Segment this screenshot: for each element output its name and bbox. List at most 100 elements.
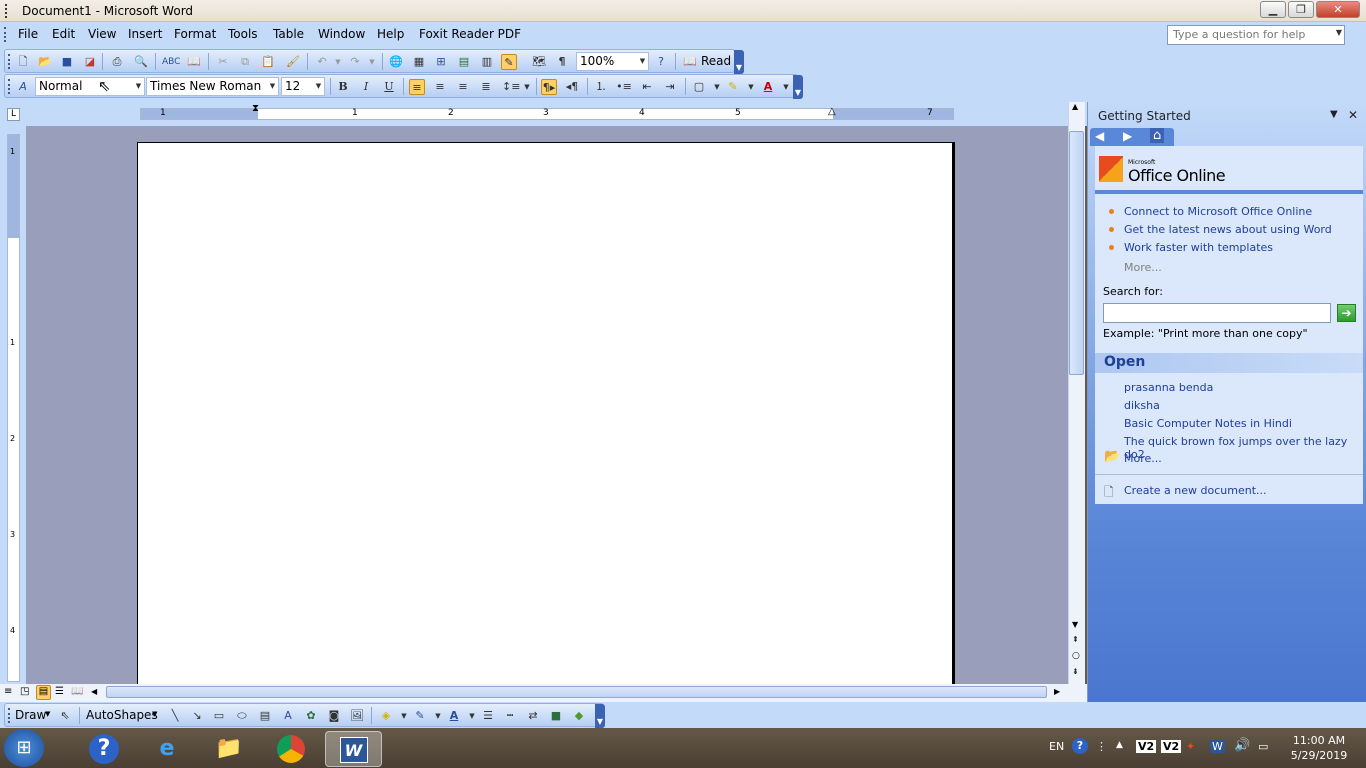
text-box-icon[interactable]: ▤ xyxy=(257,708,273,724)
network-icon[interactable]: ▭ xyxy=(1258,740,1268,753)
menu-window[interactable]: Window xyxy=(318,27,365,41)
toolbar-grip[interactable] xyxy=(8,54,11,69)
tables-borders-icon[interactable]: ▦ xyxy=(411,54,427,70)
chevron-down-icon[interactable]: ▼ xyxy=(330,54,346,70)
research-icon[interactable]: 📖 xyxy=(186,54,202,70)
chevron-down-icon[interactable]: ▼ xyxy=(152,710,157,718)
font-color-icon[interactable]: A xyxy=(446,708,462,724)
reading-layout-icon[interactable]: 📖 xyxy=(71,686,83,697)
print-preview-icon[interactable]: 🔍 xyxy=(133,54,149,70)
previous-page-icon[interactable]: ⇞ xyxy=(1072,635,1079,644)
chevron-down-icon[interactable]: ▼ xyxy=(267,78,278,95)
rtl-paragraph-icon[interactable]: ◂¶ xyxy=(564,79,580,95)
chevron-down-icon[interactable]: ▼ xyxy=(396,708,412,724)
menu-view[interactable]: View xyxy=(88,27,116,41)
dash-style-icon[interactable]: ┅ xyxy=(502,708,518,724)
show-hidden-icons-icon[interactable]: ▲ xyxy=(1116,740,1123,750)
border-icon[interactable]: ▢ xyxy=(691,79,707,95)
vertical-scroll-thumb[interactable] xyxy=(1069,131,1084,375)
menu-tools[interactable]: Tools xyxy=(228,27,258,41)
menu-help[interactable]: Help xyxy=(377,27,404,41)
chevron-down-icon[interactable]: ▼ xyxy=(778,79,794,95)
justify-icon[interactable]: ≣ xyxy=(478,79,494,95)
chevron-down-icon[interactable]: ▼ xyxy=(364,54,380,70)
start-button[interactable]: ⊞ xyxy=(4,729,44,767)
minimize-button[interactable]: ▁ xyxy=(1260,1,1286,18)
horizontal-scroll-thumb[interactable] xyxy=(106,686,1047,698)
chevron-down-icon[interactable]: ▼ xyxy=(743,79,759,95)
recent-file-1[interactable]: prasanna benda xyxy=(1124,381,1213,394)
search-input[interactable] xyxy=(1103,303,1331,323)
line-icon[interactable]: ╲ xyxy=(167,708,183,724)
spelling-icon[interactable]: ABC xyxy=(162,54,180,70)
read-icon[interactable]: 📖 xyxy=(682,54,698,70)
line-color-icon[interactable]: ✎ xyxy=(412,708,428,724)
font-color-icon[interactable]: A xyxy=(760,79,776,95)
bullets-icon[interactable]: •≡ xyxy=(616,79,632,95)
app-icon[interactable] xyxy=(5,4,15,18)
ruler-strip[interactable]: 1 1 2 3 4 5 7 ⧗ △ xyxy=(140,103,954,120)
style-select[interactable]: Normal ▼ xyxy=(35,77,145,96)
toolbar-grip[interactable] xyxy=(8,708,11,723)
hyperlink-icon[interactable]: 🌐 xyxy=(388,54,404,70)
open-more-link[interactable]: More... xyxy=(1124,452,1162,465)
forward-icon[interactable]: ▶ xyxy=(1123,129,1132,143)
underline-button[interactable]: U xyxy=(381,79,397,95)
line-style-icon[interactable]: ☰ xyxy=(480,708,496,724)
tray-v2-icon[interactable]: V2 xyxy=(1161,740,1182,753)
chevron-down-icon[interactable]: ▼ xyxy=(313,78,324,95)
show-hide-icon[interactable]: ¶ xyxy=(554,54,570,70)
menu-file[interactable]: File xyxy=(18,27,38,41)
search-go-button[interactable]: ➔ xyxy=(1337,304,1356,322)
print-icon[interactable]: ⎙ xyxy=(109,54,125,70)
read-button[interactable]: Read xyxy=(701,54,731,68)
more-link[interactable]: More... xyxy=(1124,261,1162,274)
recent-file-3[interactable]: Basic Computer Notes in Hindi xyxy=(1124,417,1292,430)
print-layout-icon[interactable]: ▤ xyxy=(36,685,51,700)
copy-icon[interactable]: ⧉ xyxy=(237,54,253,70)
language-indicator[interactable]: EN xyxy=(1049,740,1064,753)
bold-button[interactable]: B xyxy=(335,79,351,95)
document-map-icon[interactable]: 🗺 xyxy=(531,54,547,70)
styles-formatting-icon[interactable]: A xyxy=(15,79,31,95)
font-size-select[interactable]: 12 ▼ xyxy=(281,77,325,96)
normal-view-icon[interactable]: ≡ xyxy=(4,686,12,697)
home-icon[interactable]: ⌂ xyxy=(1150,128,1165,143)
tab-selector-icon[interactable]: L xyxy=(7,108,20,121)
fill-color-icon[interactable]: ◈ xyxy=(378,708,394,724)
tray-app-icon[interactable]: W xyxy=(1210,740,1225,753)
maximize-button[interactable]: ❐ xyxy=(1288,1,1314,18)
close-icon[interactable]: ✕ xyxy=(1348,108,1358,122)
align-left-icon[interactable]: ≡ xyxy=(409,79,425,95)
volume-icon[interactable]: 🔊 xyxy=(1234,738,1250,753)
drawing-icon[interactable]: ✎ xyxy=(501,54,517,70)
scroll-left-icon[interactable]: ◀ xyxy=(91,687,97,696)
decrease-indent-icon[interactable]: ⇤ xyxy=(639,79,655,95)
menu-foxit[interactable]: Foxit Reader PDF xyxy=(419,27,521,41)
shadow-style-icon[interactable]: ■ xyxy=(548,708,564,724)
clock[interactable]: 11:00 AM 5/29/2019 xyxy=(1280,733,1358,765)
redo-icon[interactable]: ↷ xyxy=(347,54,363,70)
document-page[interactable] xyxy=(137,142,955,702)
browse-object-icon[interactable]: ○ xyxy=(1072,651,1080,661)
toolbar-options-icon[interactable]: ▼ xyxy=(793,75,803,99)
toolbar-options-icon[interactable]: ▼ xyxy=(595,704,605,728)
chevron-down-icon[interactable]: ▼ xyxy=(1336,28,1342,37)
format-painter-icon[interactable]: 🖌 xyxy=(285,54,301,70)
arrow-style-icon[interactable]: ⇄ xyxy=(525,708,541,724)
taskbar-chrome[interactable] xyxy=(267,731,315,767)
insert-table-icon[interactable]: ⊞ xyxy=(433,54,449,70)
3d-style-icon[interactable]: ◆ xyxy=(571,708,587,724)
line-spacing-icon[interactable]: ↕≡ xyxy=(502,79,520,95)
clip-art-icon[interactable]: ◙ xyxy=(326,708,342,724)
next-page-icon[interactable]: ⇟ xyxy=(1072,667,1079,676)
recent-file-2[interactable]: diksha xyxy=(1124,399,1160,412)
paste-icon[interactable]: 📋 xyxy=(260,54,276,70)
numbering-icon[interactable]: ⒈ xyxy=(593,79,609,95)
scroll-right-icon[interactable]: ▶ xyxy=(1054,687,1060,696)
draw-menu-button[interactable]: Draw xyxy=(15,708,46,722)
ltr-paragraph-icon[interactable]: ¶▸ xyxy=(541,79,557,95)
zoom-select[interactable]: 100% ▼ xyxy=(576,52,649,71)
task-pane-menu-icon[interactable]: ▼ xyxy=(1330,109,1338,120)
chevron-down-icon[interactable]: ▼ xyxy=(133,78,144,95)
